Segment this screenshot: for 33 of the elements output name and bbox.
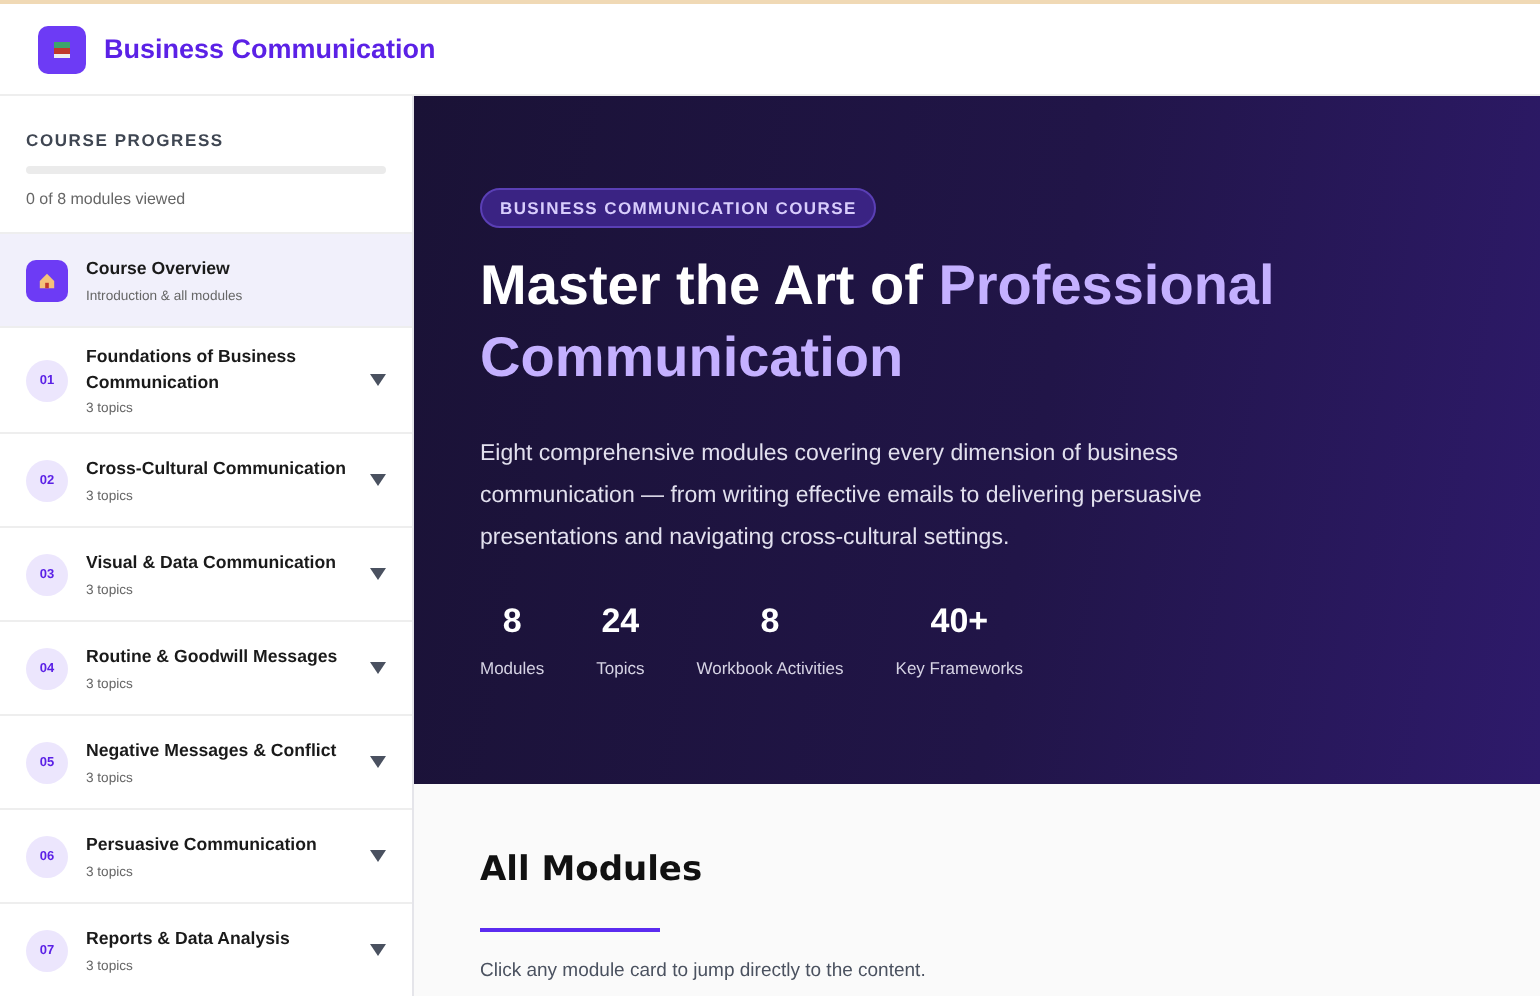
module-title: Reports & Data Analysis <box>86 926 292 952</box>
hero-title: Master the Art of Professional Communication <box>480 252 1277 392</box>
caret-icon <box>370 848 386 864</box>
progress-title: COURSE PROGRESS <box>26 130 226 150</box>
stat-value: 24 <box>601 601 640 642</box>
module-title: Visual & Data Communication <box>86 550 338 576</box>
module-title: Negative Messages & Conflict <box>86 738 339 764</box>
caret-icon <box>370 754 386 770</box>
home-icon <box>26 259 68 301</box>
section-subtitle: Click any module card to jump directly to the content. <box>480 960 926 982</box>
course-badge: BUSINESS COMMUNICATION COURSE <box>480 188 877 228</box>
app-title: Business Communication <box>104 34 436 64</box>
item-title: Course Overview <box>86 256 232 282</box>
stat-label: Workbook Activities <box>696 657 844 678</box>
caret-icon <box>370 566 386 582</box>
module-title: Foundations of Business Communication <box>86 344 299 394</box>
stat-label: Key Frameworks <box>895 657 1024 678</box>
stat-value: 40+ <box>930 601 989 642</box>
hero-description: Eight comprehensive modules covering every dimension of business communication — from writing effective emails to delivering persuasive presentations and navigating cross-cultural settings. <box>480 439 1204 554</box>
book-logo-icon <box>38 25 86 73</box>
caret-icon <box>370 372 386 388</box>
stat-label: Modules <box>480 657 545 678</box>
caret-icon <box>370 942 386 958</box>
stat-value: 8 <box>760 601 780 642</box>
stat-value: 8 <box>502 601 522 642</box>
section-title: All Modules <box>480 850 703 890</box>
module-title: Routine & Goodwill Messages <box>86 644 340 670</box>
caret-icon <box>370 472 386 488</box>
module-title: Cross-Cultural Communication <box>86 456 349 482</box>
stat-label: Topics <box>596 657 645 678</box>
caret-icon <box>370 660 386 676</box>
progress-text: 0 of 8 modules viewed <box>26 190 188 208</box>
module-title: Persuasive Communication <box>86 832 319 858</box>
